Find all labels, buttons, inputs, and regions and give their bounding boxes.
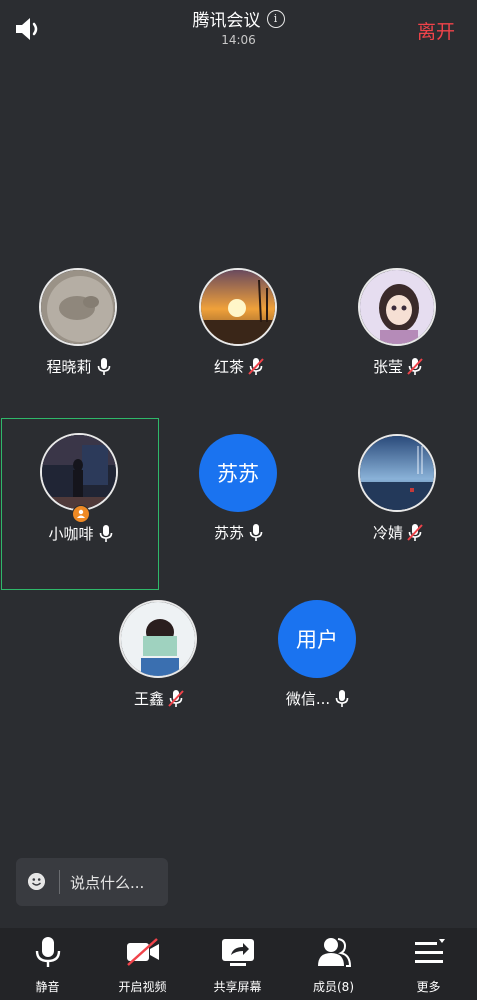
mic-muted-icon [407,357,423,375]
emoji-icon[interactable] [28,873,45,890]
participant-tile-active[interactable]: 小咖啡 [1,418,159,590]
mic-icon [335,689,349,707]
chat-input-box[interactable]: 说点什么... [16,858,168,906]
participant-name: 张莹 [372,358,403,376]
start-video-label: 开启视频 [118,980,167,994]
participant-tile[interactable]: 张莹 [319,258,477,430]
more-button[interactable]: 更多 [381,928,476,1000]
participant-name: 程晓莉 [46,358,92,376]
members-button[interactable]: 成员(8) [286,928,381,1000]
chat-divider [59,870,60,894]
mic-muted-icon [407,523,423,541]
more-label: 更多 [416,980,441,994]
chat-placeholder[interactable]: 说点什么... [70,872,144,893]
start-video-button[interactable]: 开启视频 [95,928,190,1000]
participant-tile[interactable]: 王鑫 [80,590,238,762]
participant-tile[interactable]: 苏苏 苏苏 [160,424,318,596]
participant-name-row: 苏苏 [160,522,318,543]
participant-name-row: 微信... [239,688,397,709]
participant-name: 王鑫 [133,690,164,708]
avatar [358,434,436,512]
mute-button[interactable]: 静音 [0,928,95,1000]
video-off-icon [127,938,159,966]
avatar-photo-person [42,435,116,509]
participant-name: 小咖啡 [48,525,94,543]
mic-muted-icon [168,689,184,707]
mic-muted-icon [248,357,264,375]
members-label: 成员(8) [313,980,354,994]
participant-name: 红茶 [213,358,244,376]
participant-name-row: 王鑫 [80,688,238,709]
participant-name: 冷婧 [372,524,403,542]
avatar [119,600,197,678]
participant-grid: 程晓莉 红茶 张莹 小咖啡 苏苏 苏苏 冷婧 王鑫 用户 微信... [0,0,477,930]
avatar [40,433,118,511]
participant-tile[interactable]: 红茶 [160,258,318,430]
participant-tile[interactable]: 程晓莉 [0,258,158,430]
participant-tile[interactable]: 用户 微信... [239,590,397,762]
members-icon [318,938,352,967]
mic-icon [249,523,263,541]
bottom-toolbar: 静音 开启视频 共享屏幕 成员(8) 更多 [0,928,477,1000]
mic-icon [97,357,110,375]
mic-icon [99,524,112,542]
avatar [358,268,436,346]
avatar-photo-book [121,602,195,676]
mute-label: 静音 [35,980,60,994]
host-icon [72,505,90,523]
avatar-photo-anime [360,270,434,344]
avatar [199,268,277,346]
participant-name-row: 程晓莉 [0,356,158,377]
share-screen-icon [222,939,254,966]
participant-name: 微信... [285,690,331,708]
participant-name-row: 小咖啡 [2,523,160,544]
share-screen-label: 共享屏幕 [213,980,262,994]
avatar-text: 苏苏 [199,434,277,512]
mic-icon [35,937,61,967]
more-icon [415,939,445,963]
avatar-photo-sunset [201,270,275,344]
participant-name-row: 红茶 [160,356,318,377]
avatar-text: 用户 [278,600,356,678]
participant-tile[interactable]: 冷婧 [319,424,477,596]
avatar [39,268,117,346]
avatar-photo-coin [41,270,115,344]
avatar-photo-sea [360,436,434,510]
participant-name: 苏苏 [213,524,244,542]
share-screen-button[interactable]: 共享屏幕 [190,928,285,1000]
participant-name-row: 冷婧 [319,522,477,543]
participant-name-row: 张莹 [319,356,477,377]
